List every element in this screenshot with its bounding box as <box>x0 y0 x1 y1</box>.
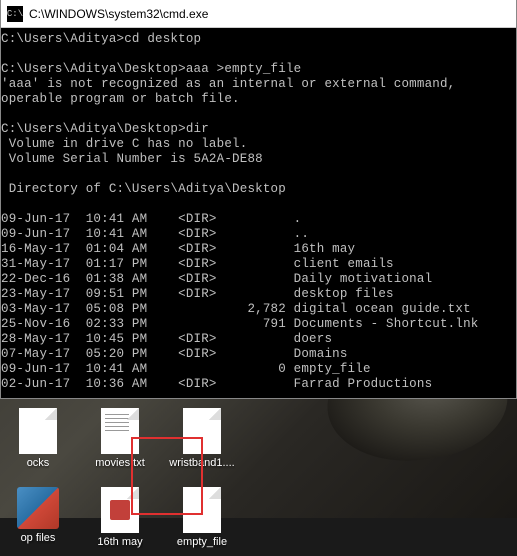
icon-label: op files <box>21 532 56 544</box>
app-icon <box>17 487 59 529</box>
cmd-icon: C:\ <box>7 6 23 22</box>
file-icon <box>183 487 221 533</box>
icon-label: empty_file <box>177 536 227 548</box>
file-icon <box>183 408 221 454</box>
desktop-icon-wristband[interactable]: wristband1.... <box>170 408 234 469</box>
file-icon <box>19 408 57 454</box>
icon-label: movies.txt <box>95 457 145 469</box>
pdf-icon <box>101 487 139 533</box>
desktop-icon-movies[interactable]: movies.txt <box>88 408 152 469</box>
textfile-icon <box>101 408 139 454</box>
cmd-window: C:\ C:\WINDOWS\system32\cmd.exe C:\Users… <box>0 0 517 399</box>
icon-label: 16th may <box>97 536 142 548</box>
terminal-output[interactable]: C:\Users\Aditya>cd desktop C:\Users\Adit… <box>1 28 516 398</box>
desktop-icons-area: ocks movies.txt wristband1.... op files … <box>0 400 517 556</box>
icon-label: ocks <box>27 457 50 469</box>
icon-row: ocks movies.txt wristband1.... <box>4 408 513 469</box>
icon-label: wristband1.... <box>169 457 234 469</box>
window-title: C:\WINDOWS\system32\cmd.exe <box>29 7 208 21</box>
titlebar[interactable]: C:\ C:\WINDOWS\system32\cmd.exe <box>1 0 516 28</box>
desktop-icon-ocks[interactable]: ocks <box>6 408 70 469</box>
